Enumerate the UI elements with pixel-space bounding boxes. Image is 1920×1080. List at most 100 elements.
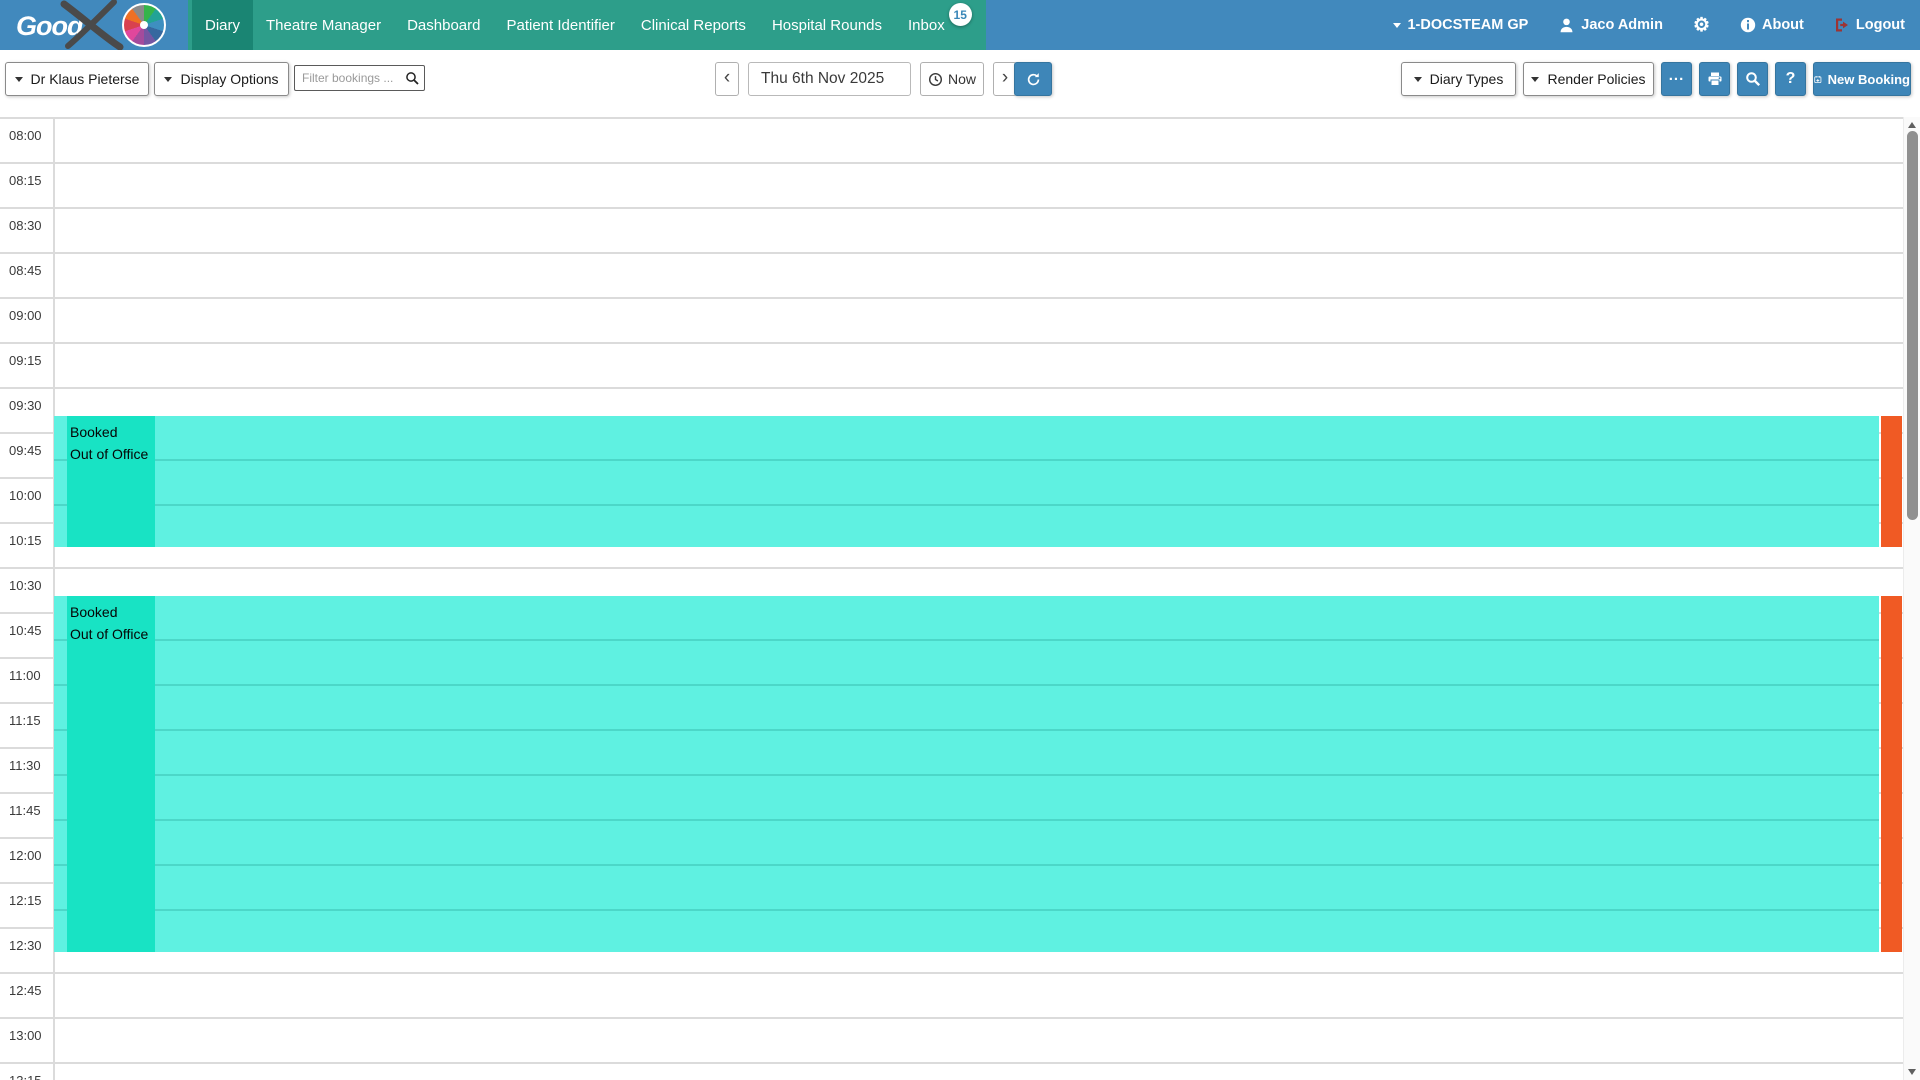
filter-bookings-field [294,65,425,91]
gear-icon: ⚙ [1693,16,1710,35]
diary-toolbar: Dr Klaus Pieterse Display Options ‹ Thu … [0,50,1920,117]
header-right-cluster: 1-DOCSTEAM GP Jaco Admin ⚙ About Logout [1393,0,1905,50]
booking-block-0900[interactable]: Booked Out of Office [54,416,1902,547]
help-button[interactable]: ? [1775,62,1806,96]
nav-tab-diary[interactable]: Diary [192,0,253,50]
booking-body [54,416,1879,547]
time-slot[interactable]: 08:45 [0,252,1903,297]
user-menu[interactable]: Jaco Admin [1558,17,1663,34]
info-icon [1740,17,1756,33]
nav-tab-dashboard[interactable]: Dashboard [394,0,493,50]
refresh-button[interactable] [1014,62,1052,96]
booking-block-1000[interactable]: Booked Out of Office [54,596,1902,952]
time-label: 08:15 [0,164,42,188]
time-slot[interactable]: 09:15 [0,342,1903,387]
chevron-left-icon: ‹ [724,67,730,89]
date-navigation: ‹ Thu 6th Nov 2025 Now › [715,62,1017,96]
time-slot[interactable]: 08:15 [0,162,1903,207]
color-wheel-icon [122,3,166,47]
date-field[interactable]: Thu 6th Nov 2025 [748,62,911,96]
booking-type: Out of Office [70,623,155,645]
refresh-icon [1026,72,1041,87]
ellipsis-icon: ... [1669,67,1685,84]
time-label: 11:30 [0,749,41,773]
nav-tab-clinical-reports[interactable]: Clinical Reports [628,0,759,50]
display-options-dropdown[interactable]: Display Options [154,62,289,96]
inbox-count-badge[interactable]: 15 [949,3,972,26]
practitioner-dropdown[interactable]: Dr Klaus Pieterse [5,62,149,96]
time-label: 11:45 [0,794,41,818]
practice-selector[interactable]: 1-DOCSTEAM GP [1393,17,1528,33]
toolbar-right-cluster: Diary Types Render Policies ... ? New Bo… [1401,62,1911,96]
more-options-button[interactable]: ... [1661,62,1692,96]
caret-down-icon [15,77,23,82]
time-slot[interactable]: 13:00 [0,1017,1903,1062]
now-button[interactable]: Now [920,62,984,96]
booking-status: Booked [70,421,155,443]
diary-grid: 08:00 08:15 08:30 08:45 09:00 09:15 09 [0,117,1903,1080]
time-label: 11:15 [0,704,41,728]
time-label: 10:30 [0,569,42,593]
time-label: 13:00 [0,1019,42,1043]
logout-icon [1834,17,1850,33]
filter-bookings-input[interactable] [295,71,405,85]
time-label: 12:45 [0,974,42,998]
logo-x-icon [58,0,128,50]
scrollbar-thumb[interactable] [1907,131,1918,520]
caret-down-icon [1414,77,1422,82]
time-label: 12:15 [0,884,42,908]
user-icon [1558,17,1575,34]
question-icon: ? [1786,70,1796,88]
booking-label-column: Booked Out of Office [67,416,155,547]
time-label: 11:00 [0,659,41,683]
booking-status: Booked [70,601,155,623]
time-slot[interactable]: 09:00 [0,297,1903,342]
time-label: 09:00 [0,299,42,323]
booking-accent-strip [1881,596,1902,952]
booking-accent-strip [1881,416,1902,547]
booking-body [54,596,1879,952]
time-label: 10:45 [0,614,42,638]
nav-tab-patient-identifier[interactable]: Patient Identifier [493,0,627,50]
render-policies-dropdown[interactable]: Render Policies [1523,62,1654,96]
settings-button[interactable]: ⚙ [1693,16,1710,35]
time-label: 08:45 [0,254,42,278]
time-slot[interactable]: 08:30 [0,207,1903,252]
new-booking-button[interactable]: New Booking [1813,62,1911,96]
nav-tab-inbox[interactable]: Inbox 15 [895,0,958,50]
nav-tab-theatre-manager[interactable]: Theatre Manager [253,0,394,50]
chevron-right-icon: › [1002,67,1008,89]
nav-tab-hospital-rounds[interactable]: Hospital Rounds [759,0,895,50]
main-nav: Diary Theatre Manager Dashboard Patient … [188,0,986,50]
time-label: 13:15 [0,1064,42,1080]
time-slot[interactable]: 13:15 [0,1062,1903,1080]
diary-types-dropdown[interactable]: Diary Types [1401,62,1516,96]
time-label: 08:00 [0,119,42,143]
time-label: 09:15 [0,344,42,368]
print-button[interactable] [1699,62,1730,96]
time-slot[interactable]: 08:00 [0,117,1903,162]
printer-icon [1707,71,1723,87]
time-label: 12:30 [0,929,42,953]
logout-button[interactable]: Logout [1834,17,1905,33]
vertical-scrollbar[interactable] [1903,117,1920,1080]
search-icon [1745,71,1761,87]
calendar-plus-icon [1814,72,1822,87]
about-button[interactable]: About [1740,17,1804,33]
previous-day-button[interactable]: ‹ [715,62,739,96]
top-header: Good Diary Theatre Manager Dashboard Pat… [0,0,1920,50]
scroll-up-arrow-icon[interactable] [1908,122,1916,128]
booking-label-column: Booked Out of Office [67,596,155,952]
time-label: 09:45 [0,434,42,458]
time-label: 10:15 [0,524,42,548]
clock-icon [928,72,943,87]
search-icon[interactable] [405,71,419,85]
time-label: 09:30 [0,389,42,413]
caret-down-icon [164,77,172,82]
time-label: 10:00 [0,479,42,503]
scroll-down-arrow-icon[interactable] [1908,1069,1916,1075]
time-label: 08:30 [0,209,42,233]
app-logo[interactable]: Good [0,0,188,50]
search-button[interactable] [1737,62,1768,96]
time-slot[interactable]: 12:45 [0,972,1903,1017]
